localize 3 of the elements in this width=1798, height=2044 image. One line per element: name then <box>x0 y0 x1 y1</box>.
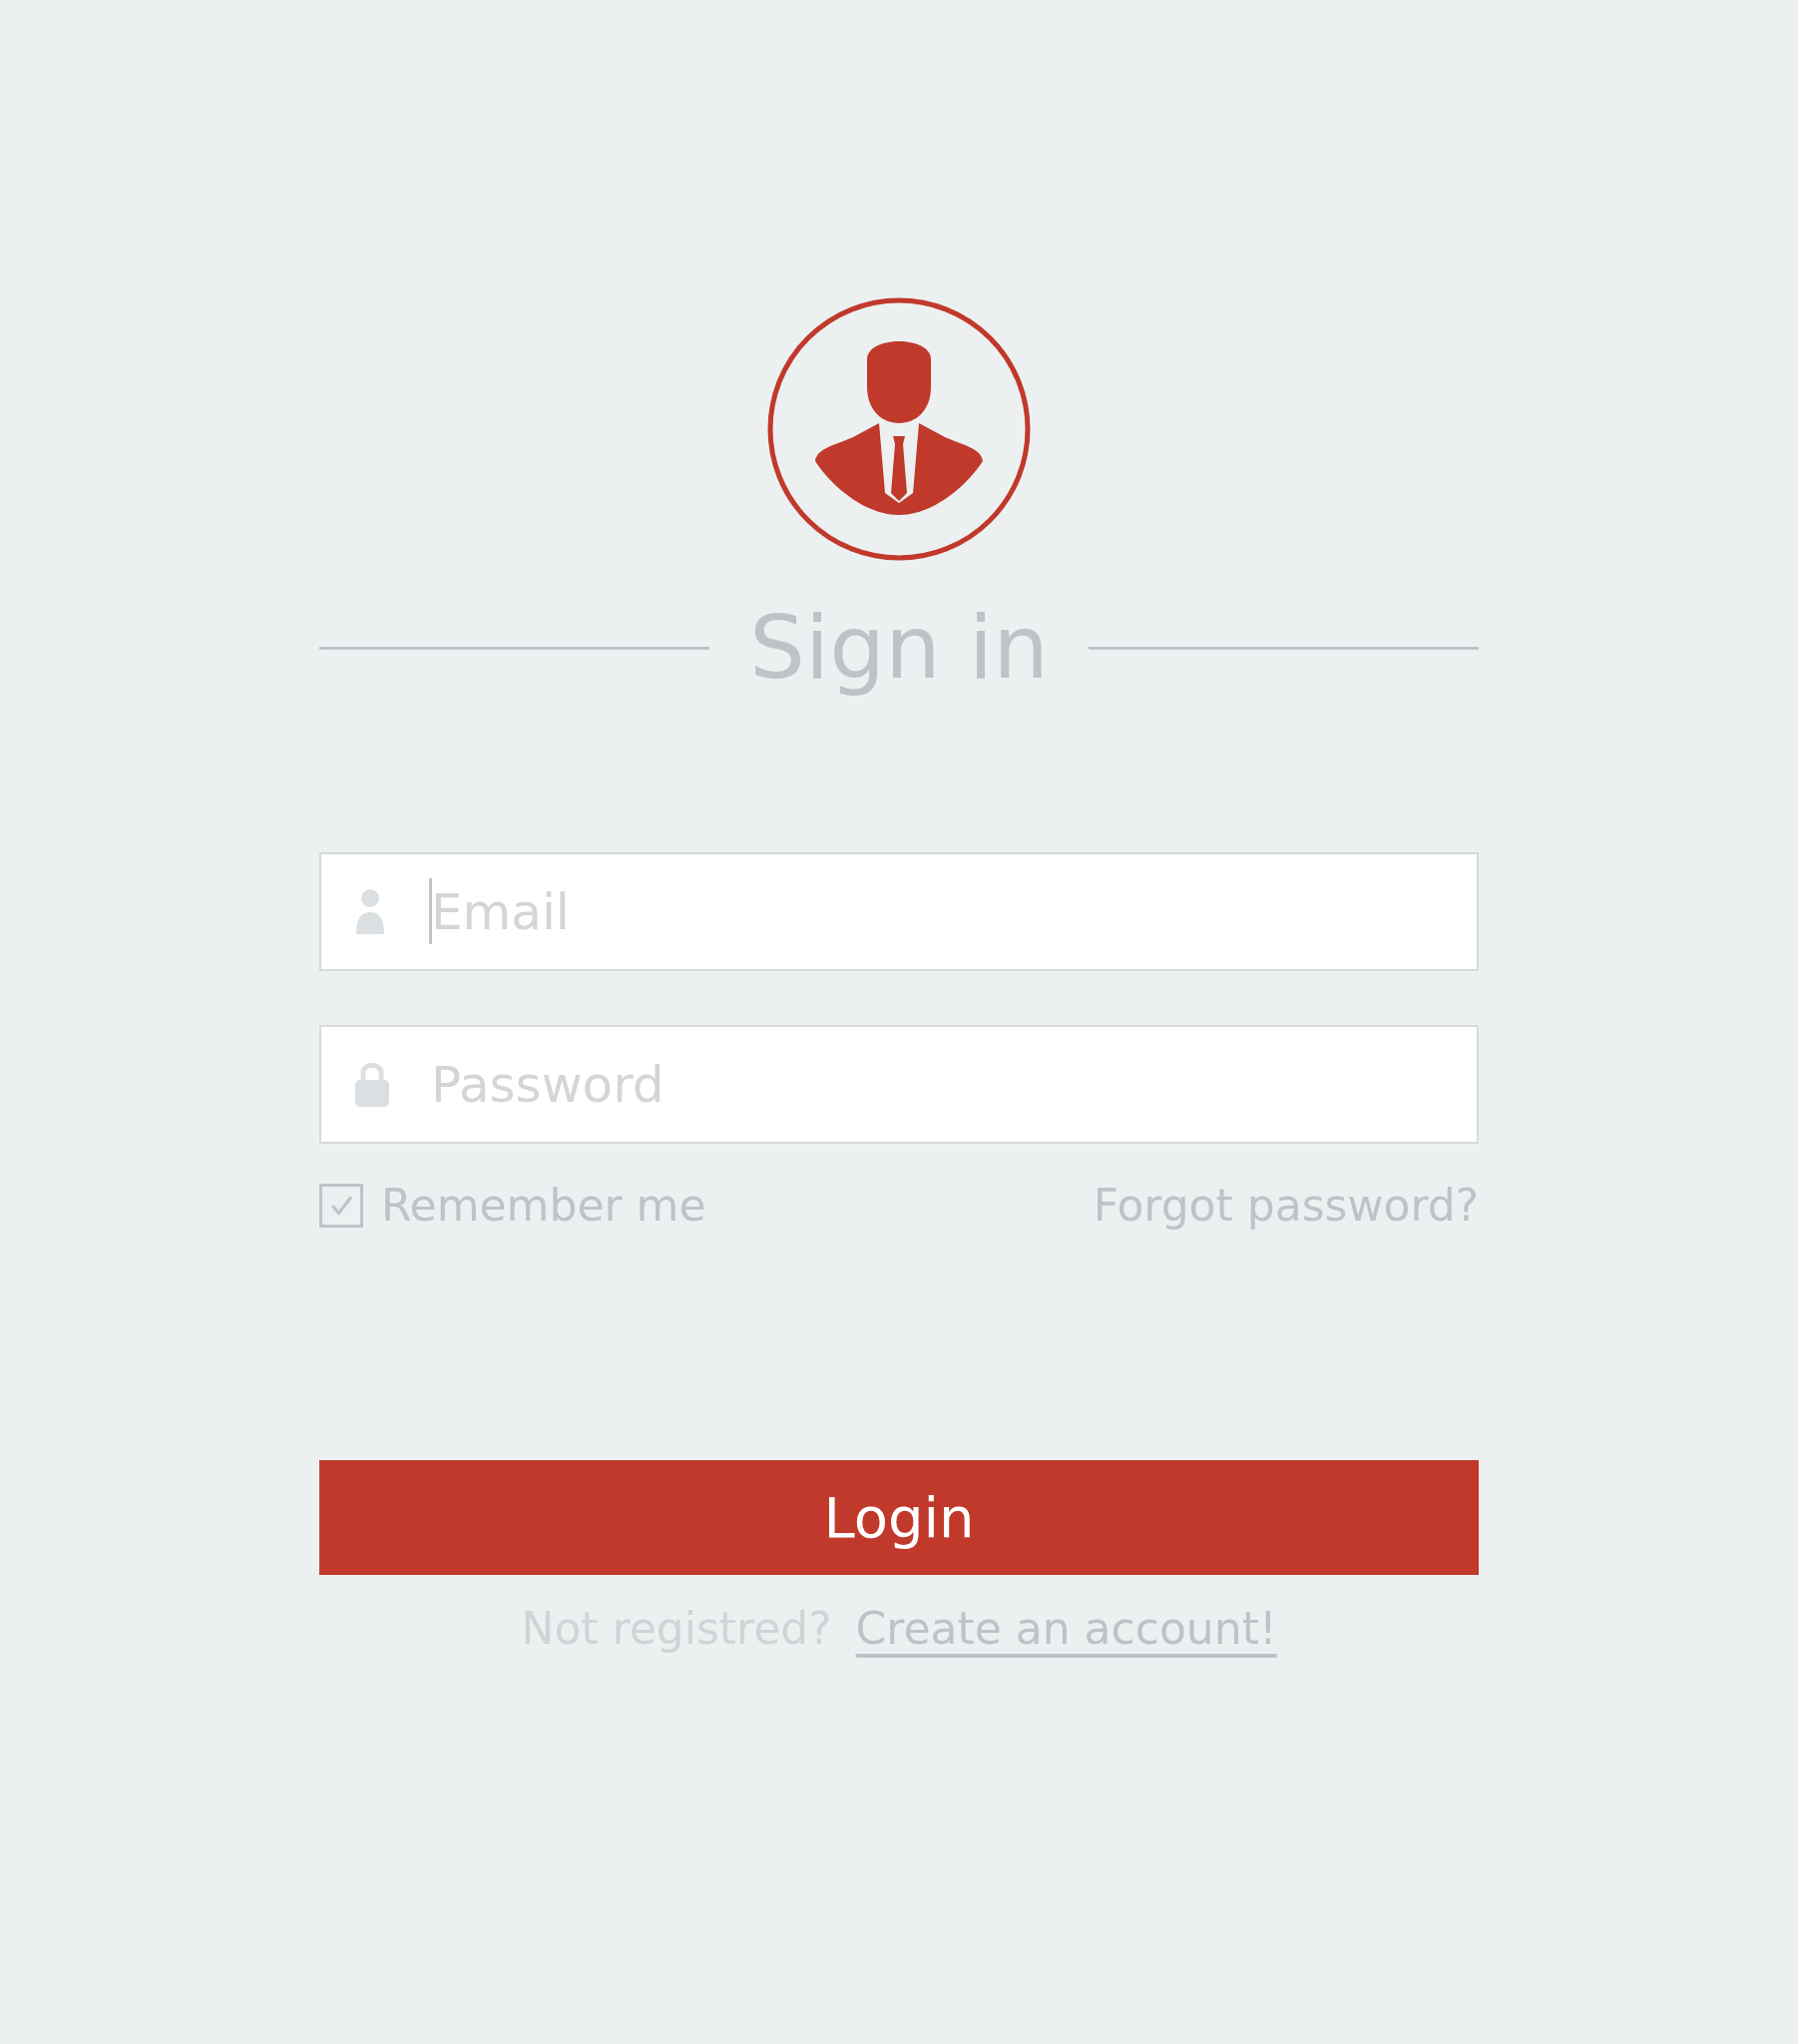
login-button[interactable]: Login <box>319 1460 1479 1576</box>
remember-checkbox[interactable] <box>319 1183 363 1228</box>
avatar-icon <box>767 297 1031 561</box>
